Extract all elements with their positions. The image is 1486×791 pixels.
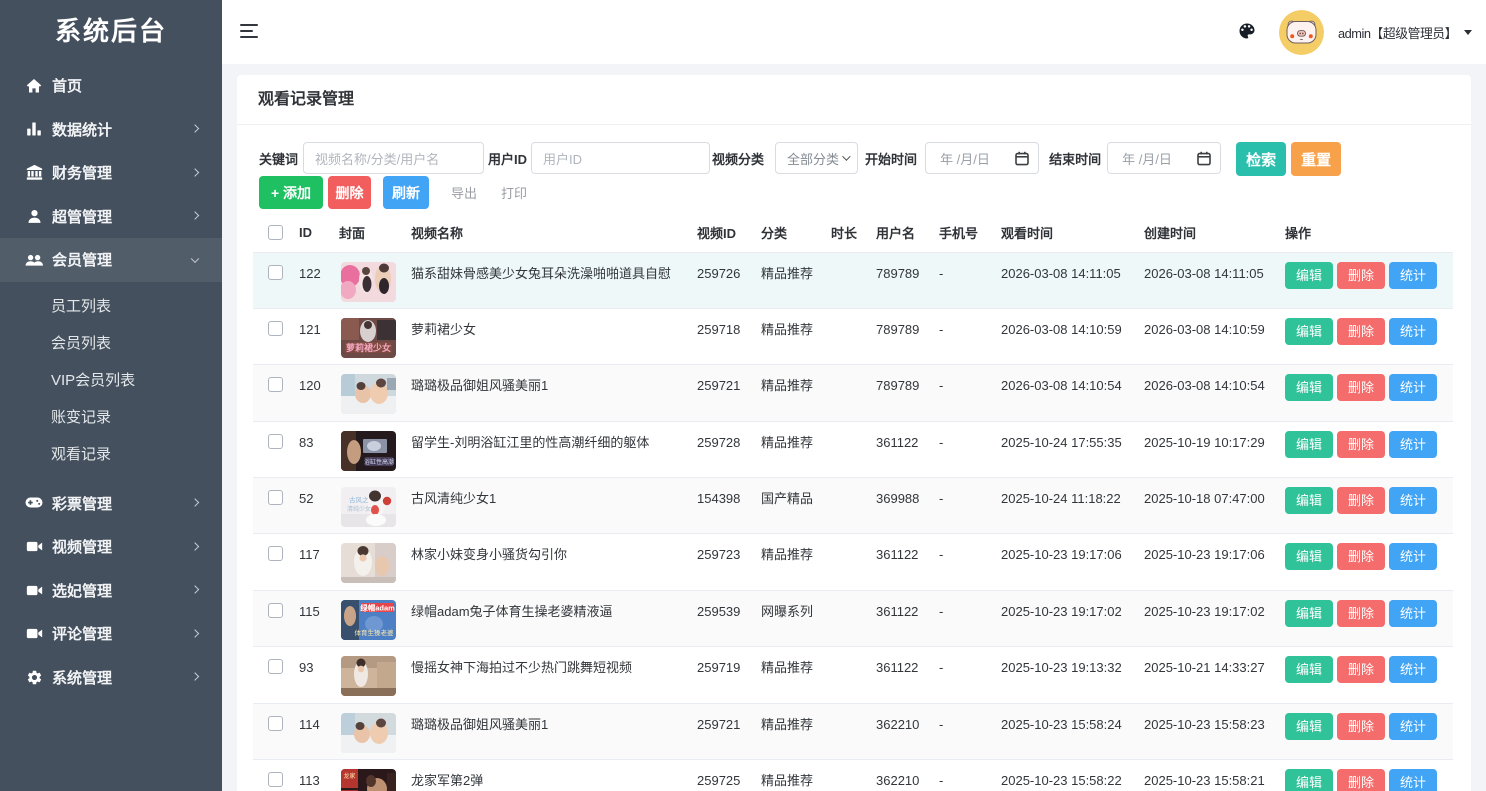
svg-text:绿帽adam: 绿帽adam [360,602,395,612]
svg-text:古风之: 古风之 [349,495,369,504]
svg-text:体育生操老婆: 体育生操老婆 [355,628,395,637]
svg-text:龙家: 龙家 [343,772,355,780]
svg-text:浴缸性高潮: 浴缸性高潮 [364,458,394,466]
svg-text:萝莉裙少女: 萝莉裙少女 [346,342,391,353]
svg-text:清纯少女: 清纯少女 [347,505,371,513]
